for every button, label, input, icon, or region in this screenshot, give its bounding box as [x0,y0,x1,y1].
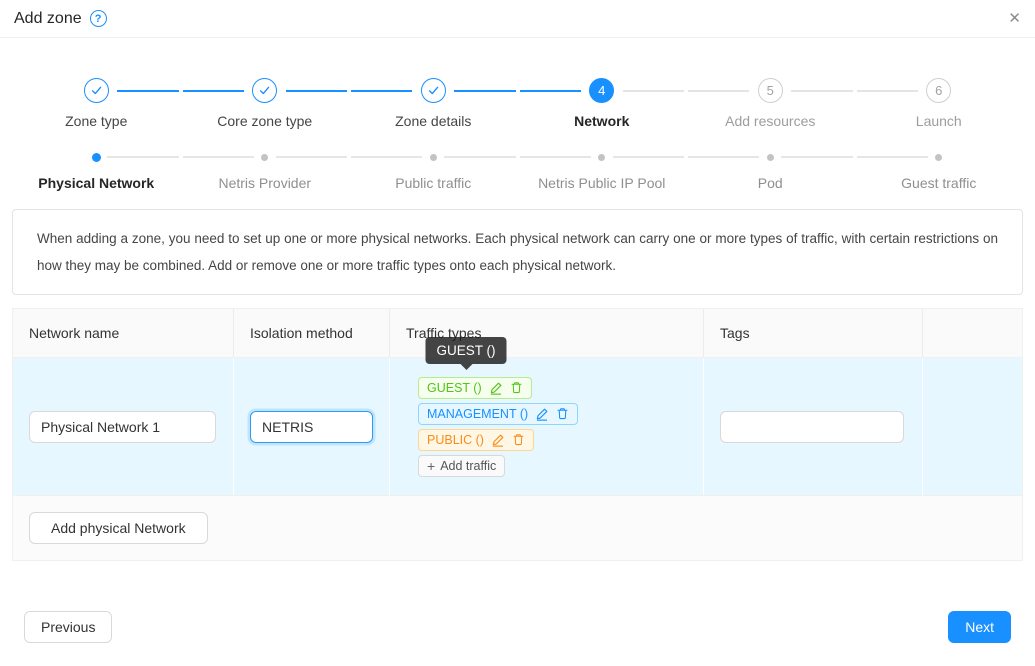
edit-icon[interactable] [489,381,503,395]
previous-button[interactable]: Previous [24,611,112,643]
add-traffic-label: Add traffic [440,459,496,473]
step-number-circle: 5 [758,78,783,103]
dialog-body: Zone type Core zone type Zone details 4 … [0,78,1035,643]
next-button[interactable]: Next [948,611,1011,643]
description-box: When adding a zone, you need to set up o… [12,209,1023,295]
check-icon [258,84,271,97]
check-icon [427,84,440,97]
step-core-zone-type[interactable]: Core zone type [181,78,350,129]
traffic-tag-management: MANAGEMENT () [418,403,578,425]
tooltip-text: GUEST () [436,343,495,358]
delete-icon[interactable] [510,381,523,394]
step-launch[interactable]: 6 Launch [855,78,1024,129]
step-label: Core zone type [181,113,350,129]
network-sub-stepper: Physical Network Netris Provider Public … [12,152,1023,191]
column-header-network-name: Network name [13,309,234,357]
traffic-tag-guest: GUEST () [418,377,532,399]
stepper-connector [183,90,244,92]
dialog-footer: Previous Next [12,611,1023,643]
substep-dot [92,153,101,162]
step-add-resources[interactable]: 5 Add resources [686,78,855,129]
table-row: GUEST () GUEST () [13,357,1022,495]
step-network[interactable]: 4 Network [518,78,687,129]
step-label: Launch [855,113,1024,129]
substep-label: Netris Public IP Pool [518,175,687,191]
substep-netris-public-ip-pool: Netris Public IP Pool [518,152,687,191]
table-header-row: Network name Isolation method Traffic ty… [13,309,1022,357]
stepper-connector [520,90,581,92]
close-icon[interactable]: ✕ [1008,11,1021,26]
substep-physical-network: Physical Network [12,152,181,191]
substep-dot [261,154,268,161]
traffic-tag-label: GUEST () [427,381,482,395]
substep-label: Public traffic [349,175,518,191]
help-icon[interactable]: ? [90,10,107,27]
step-label: Add resources [686,113,855,129]
substep-label: Guest traffic [855,175,1024,191]
dialog-header: Add zone ? ✕ [0,0,1035,38]
column-header-actions [923,309,1022,357]
stepper-connector [117,90,178,92]
step-check-circle [84,78,109,103]
substep-pod: Pod [686,152,855,191]
step-check-circle [421,78,446,103]
edit-icon[interactable] [535,407,549,421]
step-label: Network [518,113,687,129]
column-header-isolation-method: Isolation method [234,309,390,357]
delete-icon[interactable] [556,407,569,420]
edit-icon[interactable] [491,433,505,447]
plus-icon: + [427,459,435,473]
main-stepper: Zone type Core zone type Zone details 4 … [12,78,1023,129]
substep-dot [598,154,605,161]
add-traffic-button[interactable]: + Add traffic [418,455,505,477]
traffic-types-stack: GUEST () GUEST () [418,377,578,477]
traffic-tag-label: MANAGEMENT () [427,407,528,421]
stepper-connector [351,90,412,92]
substep-label: Netris Provider [181,175,350,191]
substep-dot [935,154,942,161]
substep-label: Pod [686,175,855,191]
dialog-title: Add zone [14,10,82,28]
add-physical-network-button[interactable]: Add physical Network [29,512,208,544]
stepper-connector [791,90,852,92]
table-footer: Add physical Network [13,495,1022,560]
cell-traffic-types: GUEST () GUEST () [390,358,704,495]
physical-networks-table: Network name Isolation method Traffic ty… [12,308,1023,561]
cell-actions [923,358,1022,495]
step-number-circle: 4 [589,78,614,103]
substep-label: Physical Network [12,175,181,191]
substep-dot [767,154,774,161]
tags-input[interactable] [720,411,904,443]
guest-tooltip: GUEST () [425,337,506,364]
traffic-tag-public: PUBLIC () [418,429,534,451]
cell-network-name [13,358,234,495]
stepper-connector [688,90,749,92]
step-number-circle: 6 [926,78,951,103]
column-header-tags: Tags [704,309,923,357]
delete-icon[interactable] [512,433,525,446]
stepper-connector [286,90,347,92]
step-label: Zone type [12,113,181,129]
traffic-tag-label: PUBLIC () [427,433,484,447]
step-label: Zone details [349,113,518,129]
substep-netris-provider: Netris Provider [181,152,350,191]
step-check-circle [252,78,277,103]
stepper-connector [857,90,918,92]
cell-tags [704,358,923,495]
cell-isolation-method [234,358,390,495]
isolation-method-input[interactable] [250,411,373,443]
tooltip-arrow [460,364,472,370]
check-icon [90,84,103,97]
substep-dot [430,154,437,161]
network-name-input[interactable] [29,411,216,443]
step-zone-details[interactable]: Zone details [349,78,518,129]
stepper-connector [623,90,684,92]
step-zone-type[interactable]: Zone type [12,78,181,129]
substep-guest-traffic: Guest traffic [855,152,1024,191]
stepper-connector [454,90,515,92]
substep-public-traffic: Public traffic [349,152,518,191]
